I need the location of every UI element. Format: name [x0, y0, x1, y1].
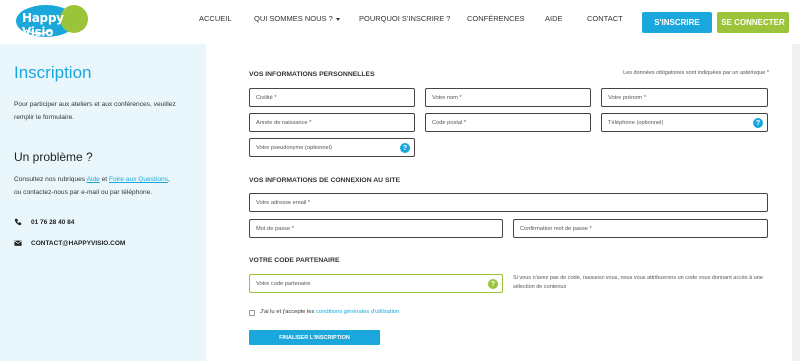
- help-text: Consultez nos rubriques Aide et Foire au…: [14, 173, 204, 199]
- terms-checkbox[interactable]: [249, 310, 255, 316]
- top-header: Happy Visio ACCUEIL QUI SOMMES NOUS ? PO…: [0, 0, 800, 44]
- terms-prefix: J'ai lu et j'accepte les: [260, 309, 317, 315]
- telephone-placeholder: Téléphone (optionnel): [608, 119, 664, 126]
- help-text-and: et: [99, 176, 109, 183]
- nom-placeholder: Votre nom *: [432, 94, 462, 101]
- civilite-select[interactable]: Civilité *: [249, 88, 415, 107]
- help-icon[interactable]: ?: [753, 118, 763, 128]
- logo-text: Happy Visio: [22, 11, 64, 39]
- nav-qui-sommes-nous-label: QUI SOMMES NOUS ?: [254, 14, 333, 23]
- scrollbar-track[interactable]: [792, 44, 800, 361]
- contact-email[interactable]: CONTACT@HAPPYVISIO.COM: [14, 239, 125, 247]
- nav-contact[interactable]: CONTACT: [587, 14, 623, 30]
- partner-code-note: Si vous n'avez pas de code, rassurez-vou…: [513, 275, 763, 290]
- required-fields-note: Les données obligatoires sont indiquées …: [623, 70, 769, 76]
- code-postal-placeholder: Code postal *: [432, 119, 467, 126]
- signup-button[interactable]: S'INSCRIRE: [642, 12, 712, 33]
- aide-link[interactable]: Aide: [87, 176, 100, 183]
- email-address: CONTACT@HAPPYVISIO.COM: [31, 239, 126, 247]
- terms-link[interactable]: conditions générales d'utilisation: [316, 309, 399, 315]
- submit-button[interactable]: FINALISER L'INSCRIPTION: [249, 330, 380, 345]
- nav-qui-sommes-nous[interactable]: QUI SOMMES NOUS ?: [254, 14, 340, 30]
- code-postal-input[interactable]: Code postal *: [425, 113, 591, 132]
- pseudonyme-input[interactable]: Votre pseudonyme (optionnel)?: [249, 138, 415, 157]
- prenom-input[interactable]: Votre prénom *: [601, 88, 768, 107]
- help-text-part: Consultez nos rubriques: [14, 176, 87, 183]
- nav-accueil[interactable]: ACCUEIL: [199, 14, 232, 30]
- login-button[interactable]: SE CONNECTER: [717, 12, 789, 33]
- chevron-down-icon: [335, 17, 340, 21]
- telephone-input[interactable]: Téléphone (optionnel)?: [601, 113, 768, 132]
- nav-pourquoi-sinscrire[interactable]: POURQUOI S'INSCRIRE ?: [359, 14, 450, 30]
- password-field[interactable]: Mot de passe *: [249, 219, 503, 238]
- section-partner-code: VOTRE CODE PARTENAIRE: [249, 257, 340, 264]
- nom-input[interactable]: Votre nom *: [425, 88, 591, 107]
- nav-aide[interactable]: AIDE: [545, 14, 563, 30]
- nav-conferences[interactable]: CONFÉRENCES: [467, 14, 525, 30]
- pseudonyme-placeholder: Votre pseudonyme (optionnel): [256, 144, 332, 151]
- prenom-placeholder: Votre prénom *: [608, 94, 646, 101]
- annee-naissance-input[interactable]: Année de naissance *: [249, 113, 415, 132]
- problem-title: Un problème ?: [14, 150, 93, 164]
- password-confirm-placeholder: Confirmation mot de passe *: [520, 225, 592, 232]
- phone-number: 01 76 28 40 84: [31, 218, 75, 226]
- contact-phone[interactable]: 01 76 28 40 84: [14, 218, 74, 226]
- help-icon[interactable]: ?: [488, 279, 498, 289]
- password-confirm-field[interactable]: Confirmation mot de passe *: [513, 219, 768, 238]
- sidebar: [0, 44, 206, 361]
- section-personal-info: VOS INFORMATIONS PERSONNELLES: [249, 71, 375, 78]
- help-text-contact: ou contactez-nous par e-mail ou par télé…: [14, 189, 153, 196]
- terms-label: J'ai lu et j'accepte les conditions géné…: [260, 309, 399, 315]
- email-field[interactable]: Votre adresse email *: [249, 193, 768, 212]
- phone-icon: [14, 218, 22, 226]
- happyvisio-logo[interactable]: Happy Visio: [16, 4, 88, 39]
- password-placeholder: Mot de passe *: [256, 225, 294, 232]
- faq-link[interactable]: Foire aux Questions: [109, 176, 168, 183]
- section-connexion-info: VOS INFORMATIONS DE CONNEXION AU SITE: [249, 177, 401, 184]
- civilite-placeholder: Civilité *: [256, 94, 277, 101]
- email-placeholder: Votre adresse email *: [256, 199, 311, 206]
- annee-placeholder: Année de naissance *: [256, 119, 312, 126]
- help-text-comma: ,: [167, 176, 170, 183]
- partner-code-placeholder: Votre code partenaire: [256, 280, 311, 287]
- intro-text: Pour participer aux ateliers et aux conf…: [14, 101, 176, 121]
- help-icon[interactable]: ?: [400, 143, 410, 153]
- page-title: Inscription: [14, 63, 92, 82]
- envelope-icon: [14, 240, 22, 246]
- partner-code-input[interactable]: Votre code partenaire?: [249, 274, 503, 293]
